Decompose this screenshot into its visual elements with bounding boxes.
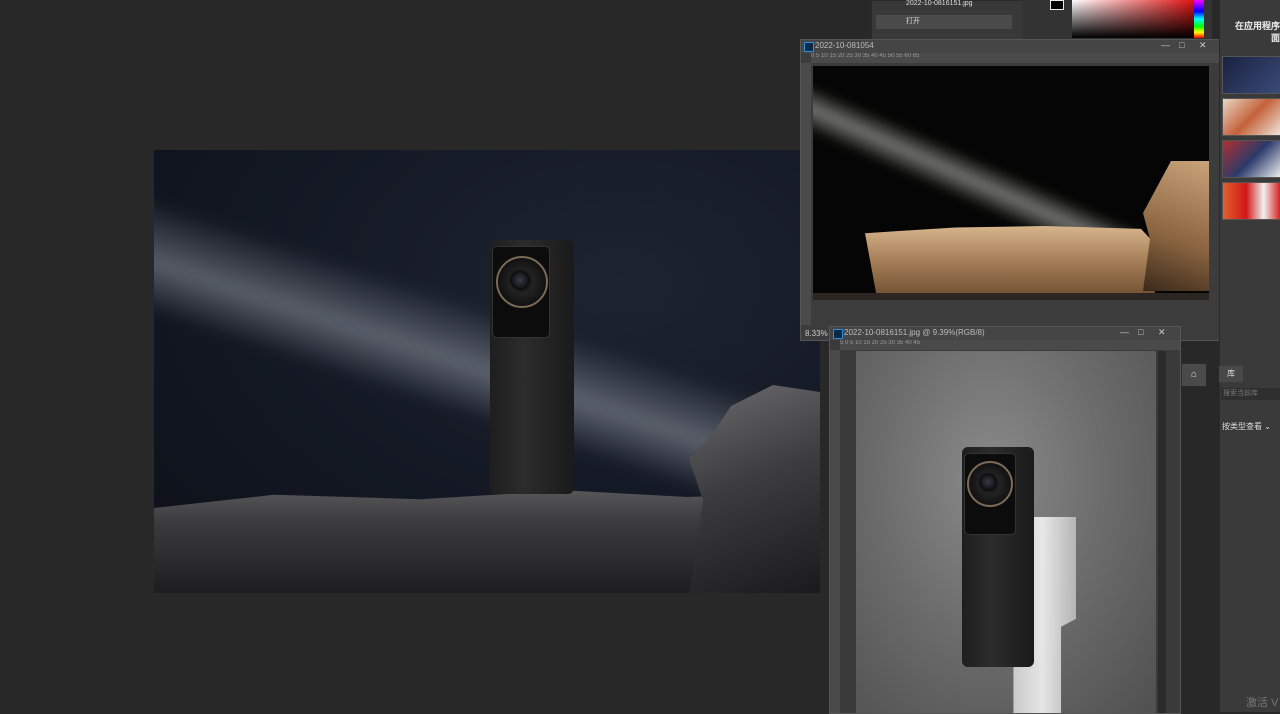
dock-hint: 在应用程序 面 — [1234, 21, 1280, 43]
history-open-item[interactable]: 打开 — [876, 15, 1012, 29]
table-surface — [813, 293, 1209, 300]
main-canvas-photo[interactable] — [154, 150, 820, 593]
activate-windows-watermark: 激活 V — [1246, 697, 1279, 709]
library-search-input[interactable]: 搜索当前库 — [1221, 388, 1280, 400]
ps-icon — [804, 42, 814, 52]
phone-image — [490, 240, 574, 494]
maximize-button[interactable]: □ — [1138, 327, 1143, 337]
vertical-ruler — [830, 350, 840, 713]
color-panel — [1022, 0, 1212, 40]
ps-icon — [833, 329, 843, 339]
horizontal-ruler: 5 0 5 10 15 20 25 30 35 40 45 — [840, 340, 1180, 350]
doc2-canvas[interactable] — [856, 351, 1156, 713]
zoom-level[interactable]: 8.33% — [805, 329, 828, 338]
thumbnail-3[interactable] — [1222, 140, 1280, 178]
foreground-color-swatch[interactable] — [1050, 0, 1064, 10]
library-view-dropdown[interactable]: 按类型查看 ⌄ — [1222, 421, 1271, 432]
lock-icon[interactable]: ⌂ — [1181, 363, 1207, 387]
phone-image — [962, 447, 1034, 667]
tab-library[interactable]: 库 — [1219, 366, 1243, 382]
vertical-ruler — [801, 63, 811, 325]
vertical-scrollbar[interactable] — [1158, 351, 1166, 713]
stone-right — [1143, 161, 1209, 291]
doc1-title: 2022-10-081054 — [815, 41, 874, 50]
history-snapshot-item[interactable]: 2022-10-0816151.jpg — [876, 0, 1012, 11]
minimize-button[interactable]: — — [1161, 40, 1170, 50]
horizontal-ruler: 0 5 10 15 20 25 30 35 40 45 50 55 60 65 — [811, 53, 1220, 63]
close-button[interactable]: ✕ — [1199, 40, 1207, 51]
hue-slider[interactable] — [1194, 0, 1204, 38]
stone — [865, 226, 1165, 298]
doc1-titlebar[interactable]: 2022-10-081054 — □ ✕ — [801, 40, 1220, 53]
minimize-button[interactable]: — — [1120, 327, 1129, 337]
thumbnail-4[interactable] — [1222, 182, 1280, 220]
color-field[interactable] — [1072, 0, 1204, 38]
thumbnail-1[interactable] — [1222, 56, 1280, 94]
camera-lens — [979, 473, 997, 491]
camera-lens — [510, 270, 530, 290]
document-window-2[interactable]: 2022-10-0816151.jpg @ 9.39%(RGB/8) — □ ✕… — [829, 326, 1181, 714]
maximize-button[interactable]: □ — [1179, 40, 1184, 50]
doc1-canvas[interactable] — [813, 66, 1209, 300]
thumbnail-2[interactable] — [1222, 98, 1280, 136]
close-button[interactable]: ✕ — [1158, 327, 1166, 338]
doc2-title: 2022-10-0816151.jpg @ 9.39%(RGB/8) — [844, 328, 985, 337]
doc2-titlebar[interactable]: 2022-10-0816151.jpg @ 9.39%(RGB/8) — □ ✕ — [830, 327, 1180, 340]
document-window-1[interactable]: 2022-10-081054 — □ ✕ 0 5 10 15 20 25 30 … — [800, 39, 1221, 341]
